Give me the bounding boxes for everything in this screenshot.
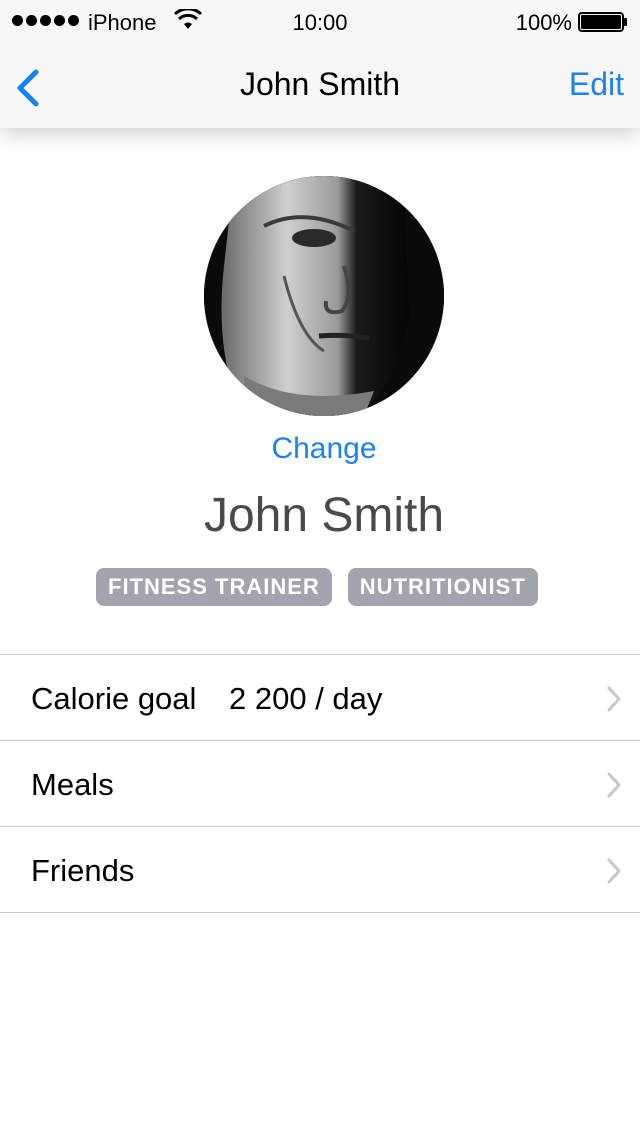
list-item-meals[interactable]: Meals: [0, 741, 640, 827]
edit-button[interactable]: Edit: [569, 66, 624, 103]
top-bar: iPhone 10:00 100% John Smith Edit: [0, 0, 640, 128]
avatar[interactable]: [204, 176, 444, 416]
change-photo-button[interactable]: Change: [0, 432, 640, 466]
chevron-right-icon: [607, 858, 621, 884]
tag-badge: FITNESS TRAINER: [96, 568, 332, 606]
battery-percent: 100%: [515, 10, 572, 35]
chevron-right-icon: [607, 686, 621, 712]
list-item-label: Friends: [31, 853, 135, 888]
battery-icon: [578, 12, 627, 32]
chevron-right-icon: [607, 772, 621, 798]
tag-badge: NUTRITIONIST: [347, 568, 538, 606]
role-tags: FITNESS TRAINER NUTRITIONIST: [96, 568, 538, 606]
navigation-bar: John Smith Edit: [0, 44, 640, 128]
list-item-label: Meals: [31, 767, 114, 802]
list-item-friends[interactable]: Friends: [0, 827, 640, 913]
list-item-label: Calorie goal: [31, 681, 197, 716]
status-bar: iPhone 10:00 100%: [0, 0, 640, 44]
profile-name: John Smith: [203, 489, 445, 542]
avatar-photo: [204, 176, 444, 416]
settings-list: Calorie goal 2 200 / day Meals Friends: [0, 654, 640, 913]
list-item-value: 2 200 / day: [229, 681, 383, 716]
nav-title: John Smith: [239, 66, 401, 102]
list-item-calorie-goal[interactable]: Calorie goal 2 200 / day: [0, 655, 640, 741]
